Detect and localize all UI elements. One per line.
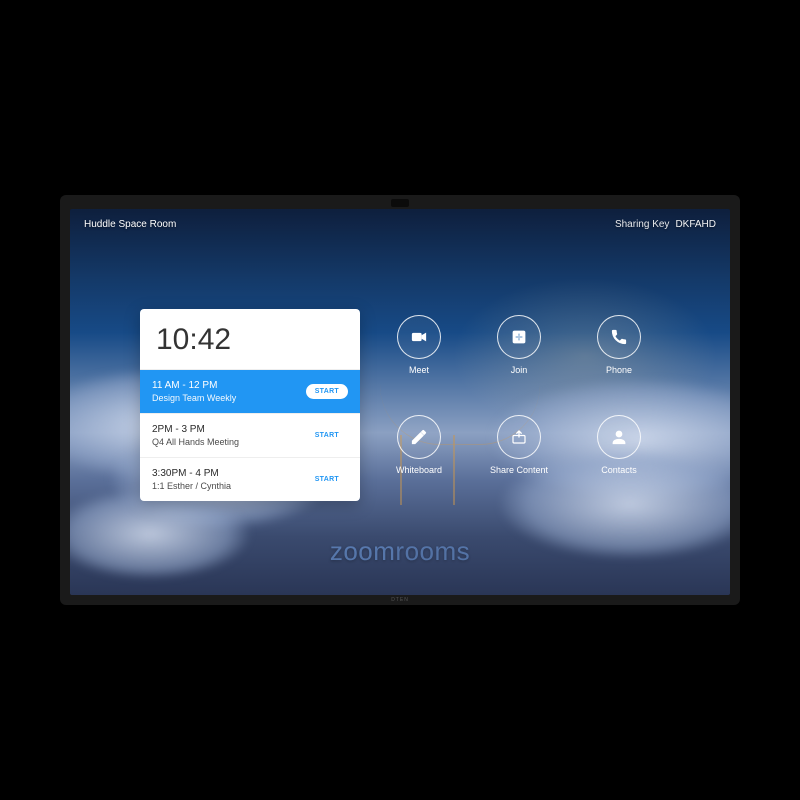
- meeting-item[interactable]: 3:30PM - 4 PM 1:1 Esther / Cynthia START: [140, 458, 360, 501]
- pencil-icon: [397, 415, 441, 459]
- action-label: Meet: [409, 365, 429, 375]
- sharing-key-label: Sharing Key: [615, 219, 669, 230]
- meeting-info: 3:30PM - 4 PM 1:1 Esther / Cynthia: [152, 468, 231, 491]
- top-bar: Huddle Space Room Sharing Key DKFAHD: [84, 219, 716, 230]
- meeting-title: 1:1 Esther / Cynthia: [152, 481, 231, 491]
- share-icon: [497, 415, 541, 459]
- contacts-button[interactable]: Contacts: [578, 415, 660, 495]
- start-button[interactable]: START: [306, 472, 348, 487]
- logo-sub: rooms: [395, 536, 470, 566]
- screen: Huddle Space Room Sharing Key DKFAHD 10:…: [70, 209, 730, 595]
- meeting-info: 2PM - 3 PM Q4 All Hands Meeting: [152, 424, 239, 447]
- phone-icon: [597, 315, 641, 359]
- meeting-time: 2PM - 3 PM: [152, 424, 239, 435]
- action-label: Join: [511, 365, 528, 375]
- device-frame: DTEN Huddle Space Room Sharing Key DKFAH…: [60, 195, 740, 605]
- person-icon: [597, 415, 641, 459]
- clock: 10:42: [140, 309, 360, 370]
- plus-icon: [497, 315, 541, 359]
- meeting-time: 11 AM - 12 PM: [152, 380, 236, 391]
- meeting-info: 11 AM - 12 PM Design Team Weekly: [152, 380, 236, 403]
- start-button[interactable]: START: [306, 384, 348, 399]
- whiteboard-button[interactable]: Whiteboard: [378, 415, 460, 495]
- start-button[interactable]: START: [306, 428, 348, 443]
- action-grid: Meet Join Phone: [378, 309, 660, 501]
- background-decoration: [70, 489, 250, 579]
- meeting-item[interactable]: 2PM - 3 PM Q4 All Hands Meeting START: [140, 414, 360, 458]
- action-label: Contacts: [601, 465, 637, 475]
- phone-button[interactable]: Phone: [578, 315, 660, 395]
- join-button[interactable]: Join: [478, 315, 560, 395]
- zoom-rooms-logo: zoomrooms: [330, 536, 470, 567]
- room-name: Huddle Space Room: [84, 219, 176, 230]
- sharing-key: Sharing Key DKFAHD: [615, 219, 716, 230]
- action-label: Share Content: [490, 465, 548, 475]
- sharing-key-value: DKFAHD: [675, 219, 716, 230]
- main-content: 10:42 11 AM - 12 PM Design Team Weekly S…: [140, 309, 660, 501]
- meeting-title: Design Team Weekly: [152, 393, 236, 403]
- meeting-title: Q4 All Hands Meeting: [152, 437, 239, 447]
- share-content-button[interactable]: Share Content: [478, 415, 560, 495]
- video-icon: [397, 315, 441, 359]
- schedule-panel: 10:42 11 AM - 12 PM Design Team Weekly S…: [140, 309, 360, 501]
- action-label: Whiteboard: [396, 465, 442, 475]
- camera-notch: [391, 199, 409, 207]
- meeting-time: 3:30PM - 4 PM: [152, 468, 231, 479]
- action-label: Phone: [606, 365, 632, 375]
- meet-button[interactable]: Meet: [378, 315, 460, 395]
- device-brand: DTEN: [391, 597, 409, 603]
- logo-main: zoom: [330, 536, 396, 566]
- meeting-item[interactable]: 11 AM - 12 PM Design Team Weekly START: [140, 370, 360, 414]
